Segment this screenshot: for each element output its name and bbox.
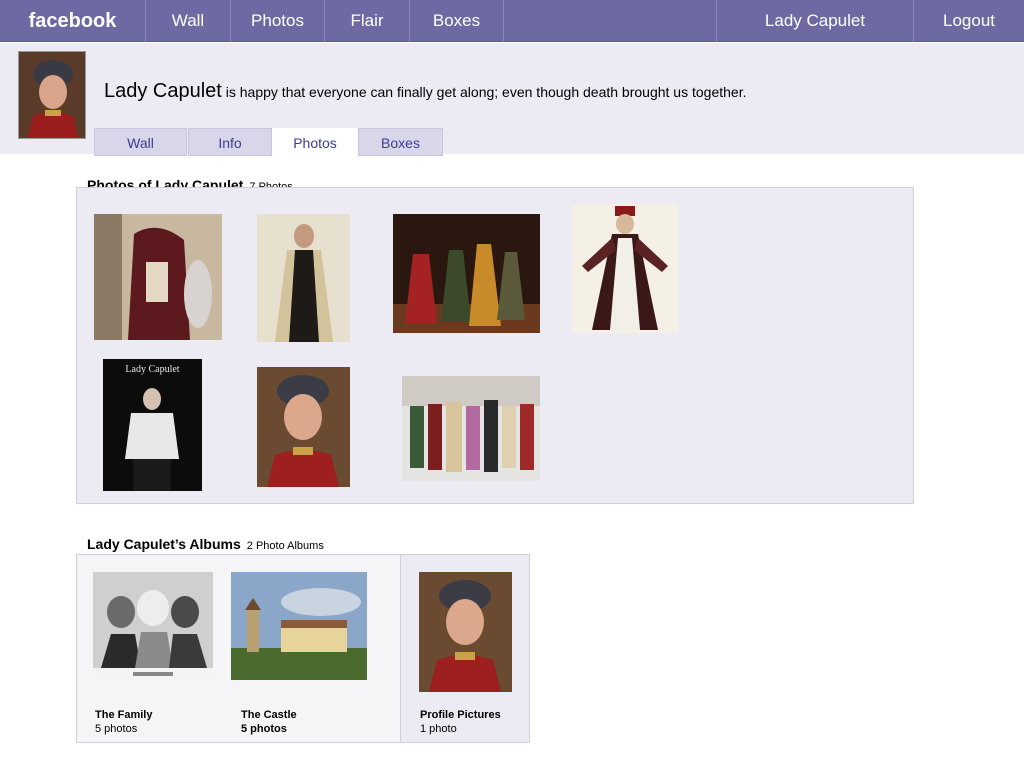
album-count: 5 photos	[241, 723, 287, 735]
photo-image	[402, 376, 540, 481]
tab-photos[interactable]: Photos	[272, 128, 358, 156]
photo-image	[257, 367, 350, 487]
photo-thumbnail[interactable]	[572, 204, 678, 333]
facebook-logo[interactable]: facebook	[0, 0, 146, 42]
profile-status: Lady Capulet is happy that everyone can …	[104, 80, 746, 103]
avatar-portrait-image	[19, 52, 85, 138]
photo-caption: Lady Capulet	[125, 364, 180, 375]
photo-image	[103, 359, 202, 491]
logout-button[interactable]: Logout	[914, 0, 1024, 42]
albums-title-text: Lady Capulet’s Albums	[87, 536, 241, 552]
album-title[interactable]: The Castle	[241, 708, 297, 722]
photo-image	[393, 214, 540, 333]
album-caption-profile: Profile Pictures 1 photo	[420, 708, 501, 736]
album-cover-castle[interactable]	[231, 572, 367, 680]
albums-count: 2 Photo Albums	[246, 540, 324, 552]
status-text: is happy that everyone can finally get a…	[225, 84, 747, 100]
album-cover-image	[231, 572, 367, 680]
photo-image	[257, 214, 350, 342]
profile-avatar[interactable]	[18, 51, 86, 139]
photo-thumbnail[interactable]: Lady Capulet	[103, 359, 202, 491]
photo-thumbnail[interactable]	[402, 376, 540, 481]
album-title[interactable]: Profile Pictures	[420, 708, 501, 722]
album-count: 1 photo	[420, 723, 457, 735]
tab-info[interactable]: Info	[188, 128, 272, 156]
photo-image	[94, 214, 222, 340]
photo-image	[572, 204, 678, 333]
nav-user-name[interactable]: Lady Capulet	[716, 0, 914, 42]
album-count: 5 photos	[95, 723, 138, 735]
nav-photos[interactable]: Photos	[231, 0, 325, 42]
album-caption-castle: The Castle 5 photos	[241, 708, 297, 736]
album-cover-image	[93, 572, 213, 682]
profile-name[interactable]: Lady Capulet	[104, 80, 222, 102]
photo-thumbnail[interactable]	[393, 214, 540, 333]
top-nav-bar: facebook Wall Photos Flair Boxes Lady Ca…	[0, 0, 1024, 42]
albums-section-title: Lady Capulet’s Albums 2 Photo Albums	[87, 536, 324, 552]
tab-wall[interactable]: Wall	[94, 128, 187, 156]
nav-boxes[interactable]: Boxes	[410, 0, 504, 42]
album-title[interactable]: The Family	[95, 708, 152, 722]
photo-thumbnail[interactable]	[257, 214, 350, 342]
tab-boxes[interactable]: Boxes	[358, 128, 443, 156]
album-cover-profile[interactable]	[419, 572, 512, 692]
photo-thumbnail[interactable]	[94, 214, 222, 340]
album-cover-family[interactable]	[93, 572, 213, 682]
nav-wall[interactable]: Wall	[146, 0, 231, 42]
album-cover-image	[419, 572, 512, 692]
album-caption-family: The Family 5 photos	[95, 708, 152, 736]
photo-thumbnail[interactable]	[257, 367, 350, 487]
nav-flair[interactable]: Flair	[325, 0, 410, 42]
